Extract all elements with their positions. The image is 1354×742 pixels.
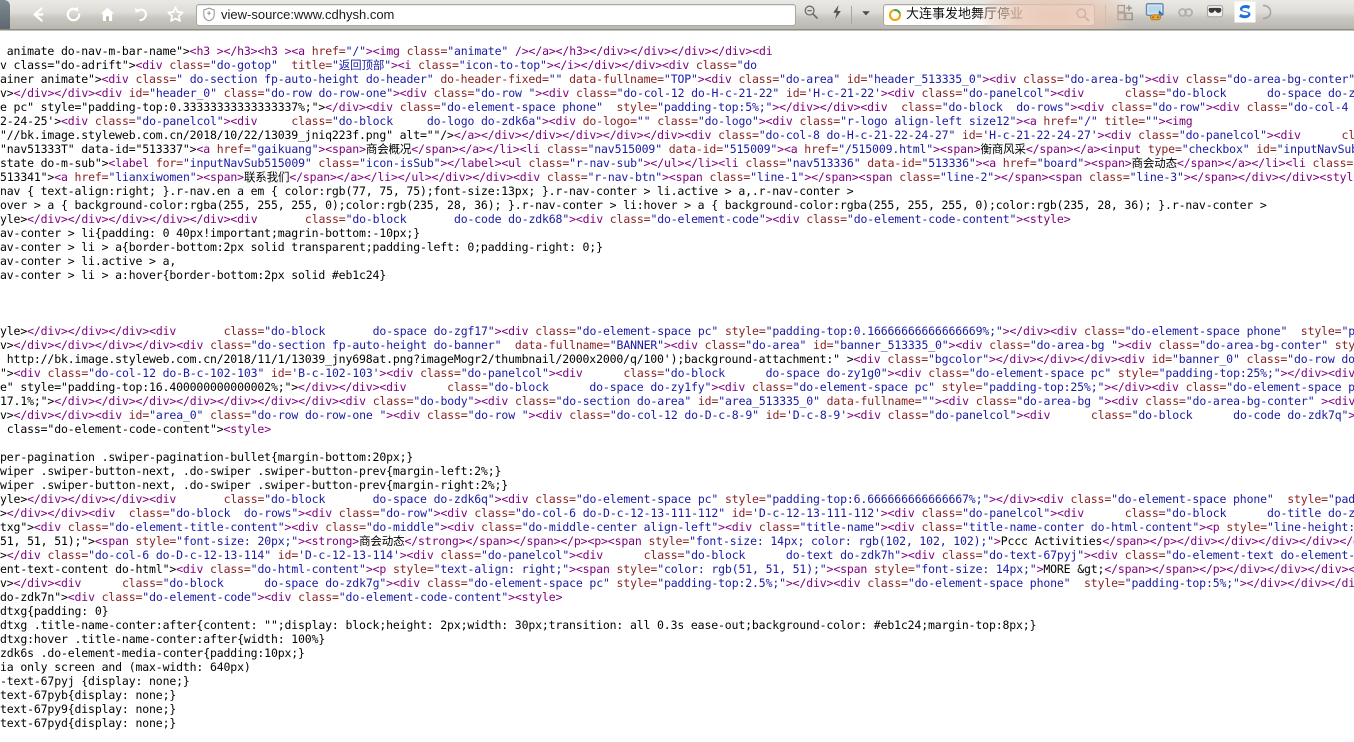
history-back-button[interactable] [124, 0, 158, 30]
back-button[interactable] [22, 0, 56, 30]
sogou-extension-button[interactable] [1230, 1, 1260, 29]
arrow-left-icon [30, 5, 49, 24]
star-icon [166, 5, 185, 24]
shield-icon[interactable] [197, 5, 221, 25]
link-chain-button[interactable] [1170, 1, 1200, 29]
home-button[interactable] [90, 0, 124, 30]
sogou-s-logo-icon [1234, 1, 1256, 28]
bookmark-star-button[interactable] [158, 0, 192, 30]
reload-icon [64, 5, 83, 24]
incognito-mask-button[interactable] [1200, 1, 1230, 29]
extension-toolbar [1101, 1, 1274, 29]
undo-arrow-icon [132, 5, 151, 24]
source-code-text: animate do-nav-m-bar-name"><h3 ></h3><h3… [0, 44, 1354, 742]
window-left-edge [0, 0, 10, 30]
partial-icon [1262, 3, 1273, 26]
magnifier-minus-icon [803, 4, 819, 25]
search-box[interactable]: 大连事发地舞厅停业 [883, 4, 1095, 26]
view-source-page[interactable]: animate do-nav-m-bar-name"><h3 ></h3><h3… [0, 30, 1354, 741]
screen-capture-button[interactable] [1140, 1, 1170, 29]
browser-toolbar: view-source:www.cdhysh.com [0, 0, 1354, 30]
chain-link-icon [1176, 3, 1195, 27]
zoom-out-button[interactable] [798, 2, 824, 28]
apps-grid-button[interactable] [1110, 1, 1140, 29]
reload-button[interactable] [56, 0, 90, 30]
address-bar-url[interactable]: view-source:www.cdhysh.com [221, 5, 394, 25]
sogou-o-icon [884, 5, 906, 25]
extension-divider [1105, 5, 1106, 25]
magnifier-icon[interactable] [1070, 5, 1094, 25]
lightning-button[interactable] [824, 2, 850, 28]
home-icon [98, 5, 117, 24]
mask-icon [1204, 3, 1226, 26]
triangle-down-icon [860, 6, 872, 24]
toolbar-divider [851, 6, 852, 24]
grid-plus-icon [1116, 3, 1135, 27]
dropdown-button[interactable] [853, 2, 879, 28]
search-input[interactable]: 大连事发地舞厅停业 [906, 5, 1070, 25]
monitor-game-icon [1145, 2, 1166, 27]
overflow-button[interactable] [1260, 1, 1274, 29]
address-bar-tools [798, 2, 879, 28]
lightning-bolt-icon [830, 4, 844, 25]
address-bar[interactable]: view-source:www.cdhysh.com [196, 4, 796, 26]
